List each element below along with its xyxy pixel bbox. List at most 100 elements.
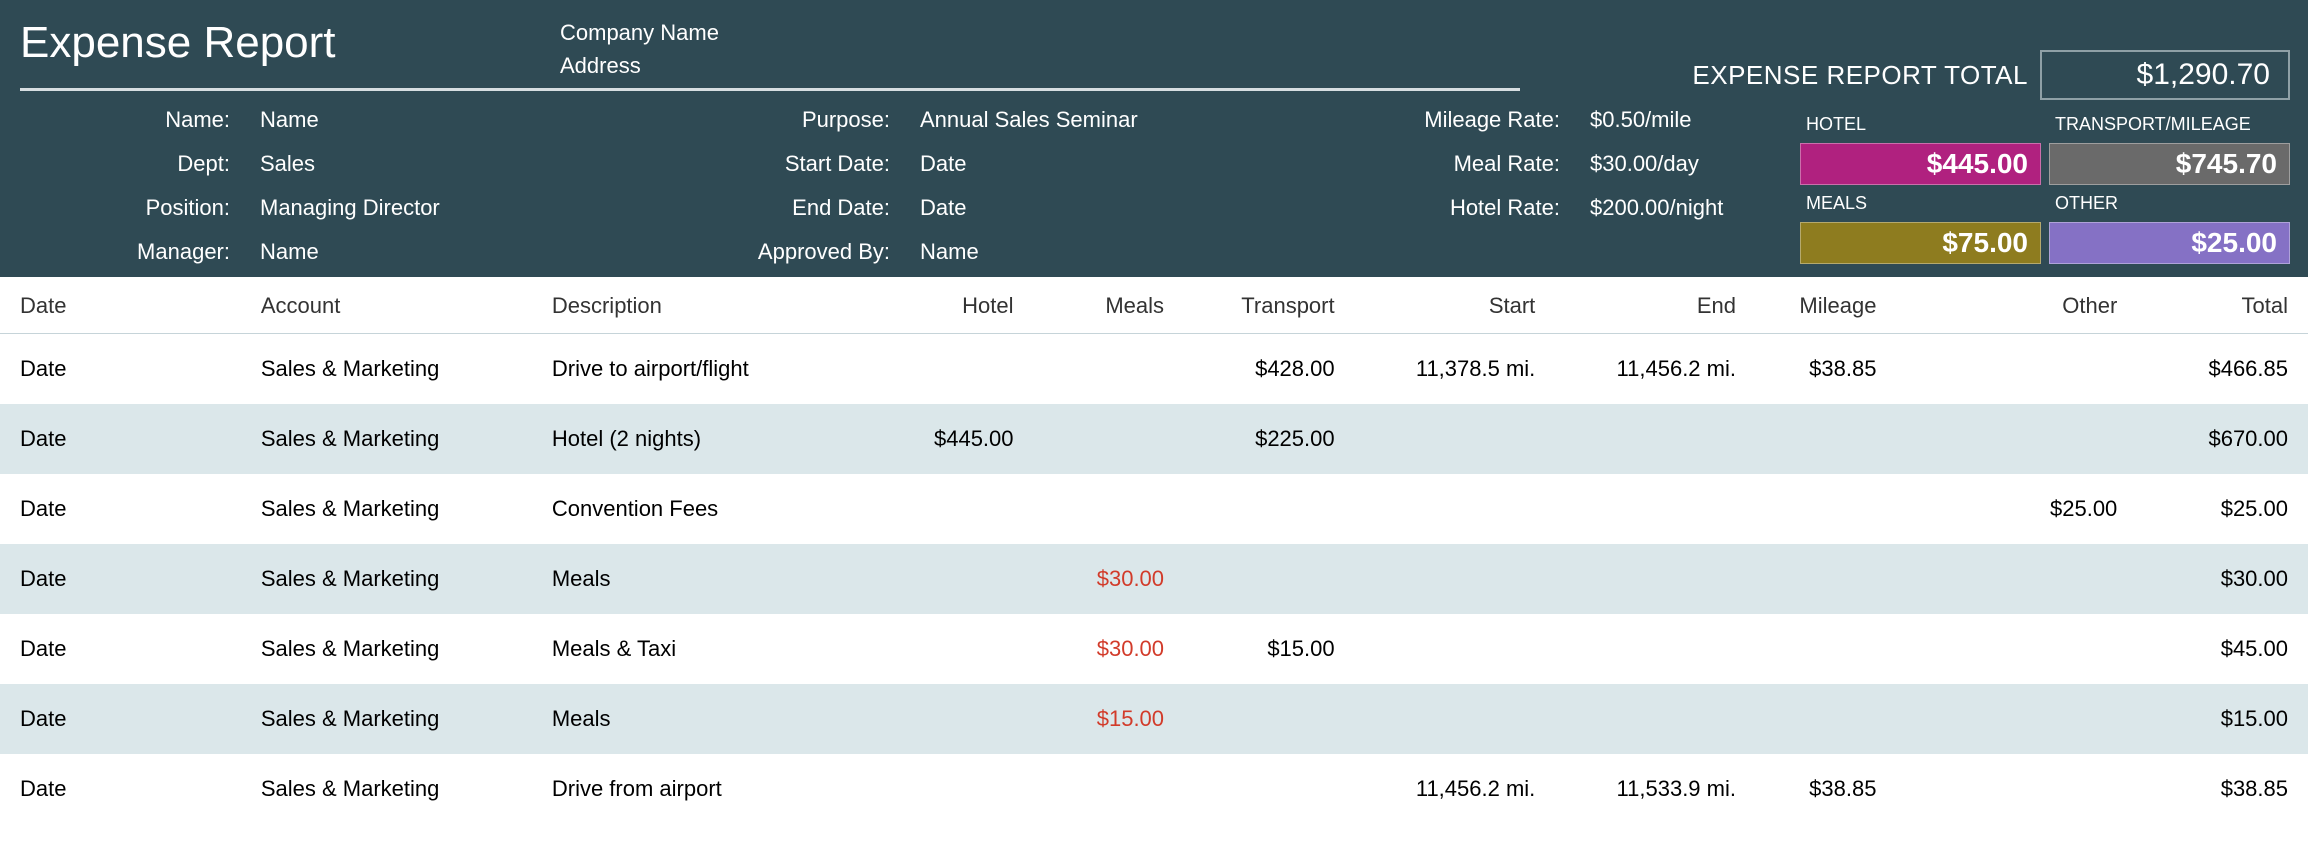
cell-description[interactable]: Drive to airport/flight xyxy=(542,334,863,405)
cell-other[interactable] xyxy=(1886,404,2127,474)
cell-meals[interactable]: $30.00 xyxy=(1024,614,1175,684)
cell-other[interactable] xyxy=(1886,614,2127,684)
cell-date[interactable]: Date xyxy=(0,474,251,544)
col-mileage[interactable]: Mileage xyxy=(1746,277,1886,334)
cell-hotel[interactable]: $445.00 xyxy=(863,404,1024,474)
cell-account[interactable]: Sales & Marketing xyxy=(251,544,542,614)
col-hotel[interactable]: Hotel xyxy=(863,277,1024,334)
cell-transport[interactable]: $15.00 xyxy=(1174,614,1345,684)
cell-description[interactable]: Meals & Taxi xyxy=(542,614,863,684)
table-row[interactable]: DateSales & MarketingDrive to airport/fl… xyxy=(0,334,2308,405)
cell-account[interactable]: Sales & Marketing xyxy=(251,614,542,684)
table-row[interactable]: DateSales & MarketingMeals & Taxi$30.00$… xyxy=(0,614,2308,684)
cell-other[interactable]: $25.00 xyxy=(1886,474,2127,544)
cell-end[interactable]: 11,533.9 mi. xyxy=(1545,754,1746,824)
cell-end[interactable] xyxy=(1545,684,1746,754)
cell-transport[interactable] xyxy=(1174,684,1345,754)
other-summary-label: OTHER xyxy=(2049,191,2290,216)
cell-start[interactable] xyxy=(1345,474,1546,544)
cell-start[interactable] xyxy=(1345,684,1546,754)
col-other[interactable]: Other xyxy=(1886,277,2127,334)
cell-description[interactable]: Meals xyxy=(542,544,863,614)
cell-end[interactable] xyxy=(1545,614,1746,684)
cell-meals[interactable]: $15.00 xyxy=(1024,684,1175,754)
table-row[interactable]: DateSales & MarketingDrive from airport 1… xyxy=(0,754,2308,824)
grand-total: EXPENSE REPORT TOTAL $1,290.70 xyxy=(1692,50,2290,100)
cell-hotel[interactable] xyxy=(863,474,1024,544)
cell-meals[interactable] xyxy=(1024,404,1175,474)
cell-start[interactable] xyxy=(1345,544,1546,614)
cell-end[interactable] xyxy=(1545,544,1746,614)
cell-other[interactable] xyxy=(1886,334,2127,405)
cell-meals[interactable] xyxy=(1024,334,1175,405)
table-row[interactable]: DateSales & MarketingMeals $30.00 $30.00 xyxy=(0,544,2308,614)
cell-description[interactable]: Drive from airport xyxy=(542,754,863,824)
cell-other[interactable] xyxy=(1886,754,2127,824)
cell-other[interactable] xyxy=(1886,684,2127,754)
col-end[interactable]: End xyxy=(1545,277,1746,334)
cell-transport[interactable] xyxy=(1174,544,1345,614)
cell-mileage[interactable] xyxy=(1746,544,1886,614)
cell-description[interactable]: Meals xyxy=(542,684,863,754)
cell-start[interactable] xyxy=(1345,614,1546,684)
cell-start[interactable]: 11,456.2 mi. xyxy=(1345,754,1546,824)
cell-other[interactable] xyxy=(1886,544,2127,614)
cell-mileage[interactable] xyxy=(1746,404,1886,474)
cell-start[interactable]: 11,378.5 mi. xyxy=(1345,334,1546,405)
cell-mileage[interactable]: $38.85 xyxy=(1746,334,1886,405)
table-row[interactable]: DateSales & MarketingConvention Fees $25.… xyxy=(0,474,2308,544)
cell-date[interactable]: Date xyxy=(0,614,251,684)
cell-account[interactable]: Sales & Marketing xyxy=(251,684,542,754)
cell-total[interactable]: $30.00 xyxy=(2127,544,2308,614)
cell-transport[interactable] xyxy=(1174,474,1345,544)
cell-date[interactable]: Date xyxy=(0,684,251,754)
cell-account[interactable]: Sales & Marketing xyxy=(251,754,542,824)
table-row[interactable]: DateSales & MarketingMeals $15.00 $15.00 xyxy=(0,684,2308,754)
col-total[interactable]: Total xyxy=(2127,277,2308,334)
cell-account[interactable]: Sales & Marketing xyxy=(251,334,542,405)
cell-mileage[interactable] xyxy=(1746,684,1886,754)
cell-description[interactable]: Hotel (2 nights) xyxy=(542,404,863,474)
cell-hotel[interactable] xyxy=(863,684,1024,754)
end-date-value: Date xyxy=(920,195,1300,221)
col-transport[interactable]: Transport xyxy=(1174,277,1345,334)
cell-total[interactable]: $670.00 xyxy=(2127,404,2308,474)
cell-end[interactable] xyxy=(1545,474,1746,544)
cell-total[interactable]: $25.00 xyxy=(2127,474,2308,544)
cell-account[interactable]: Sales & Marketing xyxy=(251,404,542,474)
cell-hotel[interactable] xyxy=(863,544,1024,614)
table-row[interactable]: DateSales & MarketingHotel (2 nights)$44… xyxy=(0,404,2308,474)
cell-end[interactable] xyxy=(1545,404,1746,474)
cell-mileage[interactable] xyxy=(1746,474,1886,544)
cell-hotel[interactable] xyxy=(863,334,1024,405)
cell-date[interactable]: Date xyxy=(0,404,251,474)
cell-transport[interactable] xyxy=(1174,754,1345,824)
cell-meals[interactable] xyxy=(1024,754,1175,824)
cell-transport[interactable]: $428.00 xyxy=(1174,334,1345,405)
cell-description[interactable]: Convention Fees xyxy=(542,474,863,544)
col-meals[interactable]: Meals xyxy=(1024,277,1175,334)
cell-hotel[interactable] xyxy=(863,754,1024,824)
cell-total[interactable]: $45.00 xyxy=(2127,614,2308,684)
col-date[interactable]: Date xyxy=(0,277,251,334)
cell-mileage[interactable] xyxy=(1746,614,1886,684)
cell-date[interactable]: Date xyxy=(0,334,251,405)
cell-date[interactable]: Date xyxy=(0,544,251,614)
end-date-label: End Date: xyxy=(520,195,890,221)
cell-total[interactable]: $15.00 xyxy=(2127,684,2308,754)
cell-account[interactable]: Sales & Marketing xyxy=(251,474,542,544)
cell-transport[interactable]: $225.00 xyxy=(1174,404,1345,474)
transport-summary-label: TRANSPORT/MILEAGE xyxy=(2049,112,2290,137)
cell-total[interactable]: $466.85 xyxy=(2127,334,2308,405)
cell-mileage[interactable]: $38.85 xyxy=(1746,754,1886,824)
cell-end[interactable]: 11,456.2 mi. xyxy=(1545,334,1746,405)
col-account[interactable]: Account xyxy=(251,277,542,334)
cell-total[interactable]: $38.85 xyxy=(2127,754,2308,824)
cell-date[interactable]: Date xyxy=(0,754,251,824)
cell-start[interactable] xyxy=(1345,404,1546,474)
cell-meals[interactable]: $30.00 xyxy=(1024,544,1175,614)
cell-hotel[interactable] xyxy=(863,614,1024,684)
col-description[interactable]: Description xyxy=(542,277,863,334)
col-start[interactable]: Start xyxy=(1345,277,1546,334)
cell-meals[interactable] xyxy=(1024,474,1175,544)
